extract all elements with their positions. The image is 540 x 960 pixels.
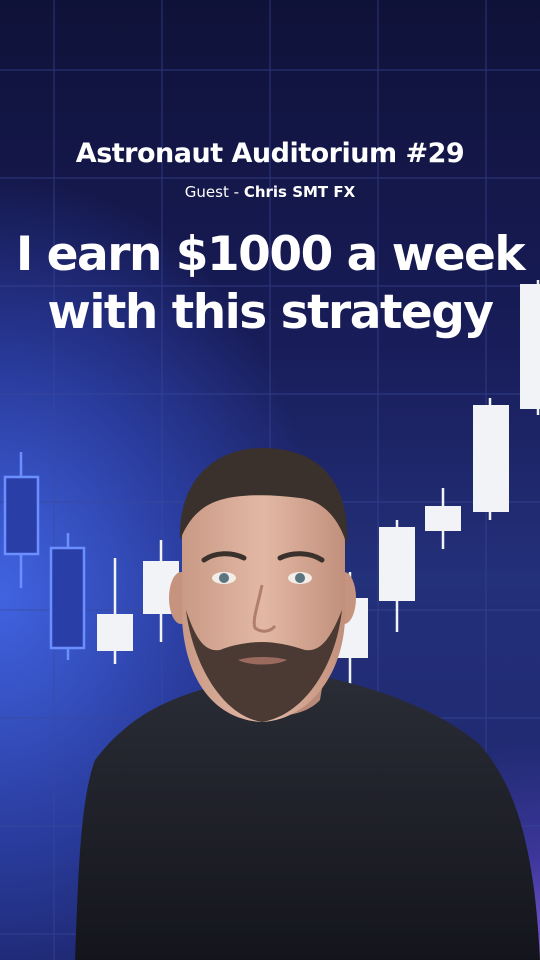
headline: I earn $1000 a week with this strategy (0, 226, 540, 342)
show-title: Astronaut Auditorium #29 (75, 138, 465, 169)
shirt (75, 678, 540, 960)
headline-line-1: I earn $1000 a week (15, 227, 526, 282)
guest-line: Guest - Chris SMT FX (0, 183, 540, 201)
headline-line-2: with this strategy (47, 285, 494, 340)
guest-name: Chris SMT FX (243, 183, 356, 201)
thumbnail-poster: Astronaut Auditorium #29 Guest - Chris S… (0, 0, 540, 960)
guest-prefix: Guest - (184, 183, 244, 201)
